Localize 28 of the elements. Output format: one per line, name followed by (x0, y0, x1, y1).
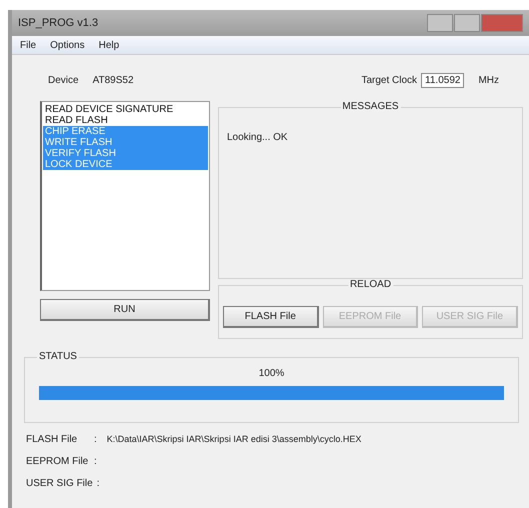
file-label: EEPROM File (26, 456, 90, 466)
close-button[interactable] (481, 14, 523, 32)
file-path: K:\Data\IAR\Skripsi IAR\Skripsi IAR edisi 3\assembly\cyclo.HEX (106, 434, 362, 444)
run-button[interactable]: RUN (40, 299, 210, 321)
menu-item[interactable]: Options (50, 40, 85, 50)
menu-item[interactable]: Help (98, 40, 120, 50)
unit-label: MHz (478, 74, 499, 86)
device-label: Device (48, 74, 79, 86)
menu-item[interactable]: File (20, 40, 36, 50)
maximize-button[interactable] (454, 14, 480, 32)
group-title: MESSAGES (340, 101, 401, 112)
group-title: RELOAD (348, 279, 394, 290)
file-label: USER SIG File (26, 478, 93, 488)
window-title: ISP_PROG v1.3 (18, 17, 98, 29)
list-item[interactable]: READ DEVICE SIGNATURE (43, 104, 208, 115)
progress-reading: 100% (258, 368, 284, 379)
minimize-button[interactable] (427, 14, 453, 32)
file-colon: : (94, 456, 97, 466)
list-item[interactable]: READ FLASH (43, 115, 208, 126)
message-text: Looking... OK (227, 132, 288, 143)
clock-field[interactable]: 11.0592 (421, 72, 464, 88)
file-colon: : (94, 434, 97, 444)
file-colon: : (96, 478, 100, 488)
file-button[interactable]: FLASH File (223, 306, 319, 328)
device-value: AT89S52 (92, 74, 134, 86)
file-label: FLASH File (26, 434, 78, 444)
clock-label: Target Clock (361, 74, 418, 86)
group-title: STATUS (37, 351, 79, 362)
